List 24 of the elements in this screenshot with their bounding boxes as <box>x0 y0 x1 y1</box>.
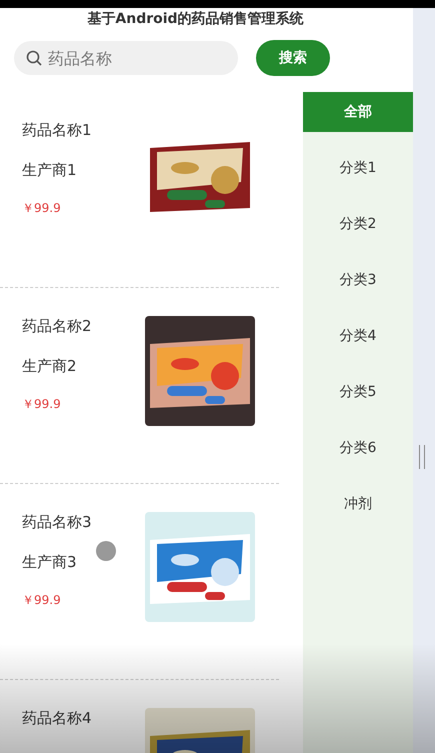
product-name: 药品名称4 <box>22 708 93 728</box>
category-tab[interactable]: 分类5 <box>303 364 413 420</box>
search-field[interactable]: 药品名称 <box>14 41 238 75</box>
manufacturer: 生产商2 <box>22 356 78 376</box>
price: ￥99.9 <box>22 200 62 216</box>
product-name: 药品名称2 <box>22 316 93 336</box>
app-title: 基于Android的药品销售管理系统 <box>86 10 305 28</box>
manufacturer: 生产商3 <box>22 552 78 572</box>
search-icon <box>26 50 42 66</box>
category-tab[interactable]: 分类6 <box>303 420 413 476</box>
price: ￥99.9 <box>22 592 62 608</box>
category-tab[interactable]: 分类1 <box>303 140 413 196</box>
price: ￥99.9 <box>22 396 62 412</box>
search-button[interactable]: 搜索 <box>256 40 330 76</box>
category-tab[interactable]: 全部 <box>303 92 413 132</box>
product-name: 药品名称3 <box>22 512 93 532</box>
category-tab[interactable]: 分类3 <box>303 252 413 308</box>
product-name: 药品名称1 <box>22 120 93 140</box>
category-tab[interactable]: 冲剂 <box>303 476 413 532</box>
manufacturer: 生产商1 <box>22 160 78 180</box>
touch-indicator-icon <box>96 541 116 561</box>
category-tab[interactable]: 分类4 <box>303 308 413 364</box>
category-tab[interactable]: 分类2 <box>303 196 413 252</box>
scroll-handle[interactable] <box>419 445 425 469</box>
